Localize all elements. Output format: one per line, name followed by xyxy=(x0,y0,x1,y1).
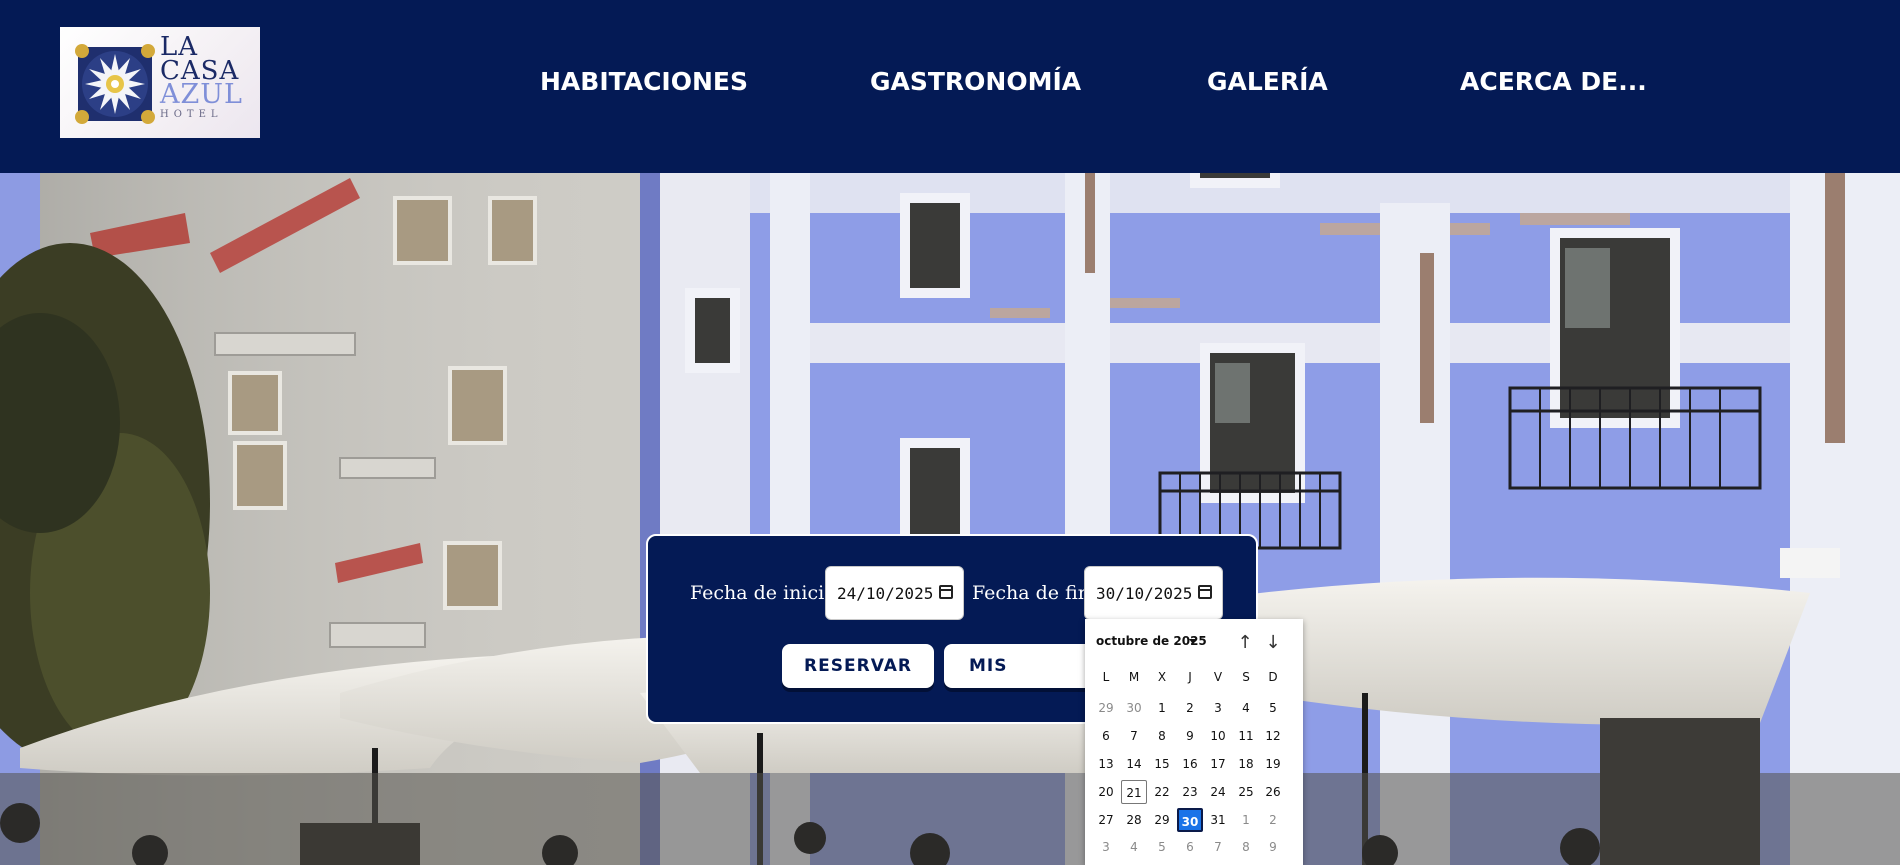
end-date-label: Fecha de fin: xyxy=(972,582,1097,604)
weekday-header: X xyxy=(1157,670,1167,684)
calendar-day-outside-month[interactable]: 2 xyxy=(1260,808,1286,832)
nav-link-galeria[interactable]: GALERÍA xyxy=(1207,67,1328,96)
calendar-day[interactable]: 26 xyxy=(1260,780,1286,804)
calendar-day[interactable]: 8 xyxy=(1149,724,1175,748)
calendar-day-outside-month[interactable]: 7 xyxy=(1205,835,1231,859)
logo-line-azul: AZUL xyxy=(160,79,243,110)
calendar-day[interactable]: 21 xyxy=(1121,780,1147,804)
logo-wordmark: LA CASA AZUL HOTEL xyxy=(160,34,258,120)
calendar-day[interactable]: 23 xyxy=(1177,780,1203,804)
calendar-day[interactable]: 12 xyxy=(1260,724,1286,748)
calendar-icon[interactable] xyxy=(1198,585,1212,599)
calendar-day[interactable]: 28 xyxy=(1121,808,1147,832)
weekday-header: J xyxy=(1188,670,1192,684)
calendar-day[interactable]: 19 xyxy=(1260,752,1286,776)
calendar-day[interactable]: 24 xyxy=(1205,780,1231,804)
calendar-day-outside-month[interactable]: 29 xyxy=(1093,696,1119,720)
calendar-day[interactable]: 22 xyxy=(1149,780,1175,804)
nav-item-habitaciones[interactable]: HABITACIONES xyxy=(540,67,748,96)
calendar-day-outside-month[interactable]: 9 xyxy=(1260,835,1286,859)
calendar-day[interactable]: 6 xyxy=(1093,724,1119,748)
start-date-input[interactable]: 24/10/2025 xyxy=(825,566,964,620)
calendar-day[interactable]: 29 xyxy=(1149,808,1175,832)
calendar-day[interactable]: 10 xyxy=(1205,724,1231,748)
top-navigation-bar: LA CASA AZUL HOTEL HABITACIONES GASTRONO… xyxy=(0,0,1900,173)
calendar-day[interactable]: 5 xyxy=(1260,696,1286,720)
hero-image xyxy=(0,173,1900,865)
weekday-header: D xyxy=(1268,670,1278,684)
calendar-day[interactable]: 31 xyxy=(1205,808,1231,832)
hotel-facade-illustration xyxy=(0,173,1900,865)
calendar-day[interactable]: 11 xyxy=(1233,724,1259,748)
calendar-day[interactable]: 14 xyxy=(1121,752,1147,776)
start-date-value: 24/10/2025 xyxy=(837,584,934,603)
calendar-day[interactable]: 30 xyxy=(1177,808,1203,832)
nav-link-habitaciones[interactable]: HABITACIONES xyxy=(540,67,748,96)
tile-emblem-icon xyxy=(75,44,155,124)
calendar-day-outside-month[interactable]: 8 xyxy=(1233,835,1259,859)
calendar-day[interactable]: 9 xyxy=(1177,724,1203,748)
calendar-day[interactable]: 20 xyxy=(1093,780,1119,804)
next-month-arrow-icon[interactable]: ↓ xyxy=(1263,632,1283,653)
nav-item-galeria[interactable]: GALERÍA xyxy=(1207,67,1328,96)
weekday-header: S xyxy=(1242,670,1250,684)
nav-item-acerca[interactable]: ACERCA DE... xyxy=(1460,67,1647,96)
calendar-day-outside-month[interactable]: 4 xyxy=(1121,835,1147,859)
logo-line-hotel: HOTEL xyxy=(160,109,223,120)
calendar-day[interactable]: 2 xyxy=(1177,696,1203,720)
date-picker-popup: octubre de 2025 ↑ ↓ L M X J V S D 29 30 1 2 3 4 5 6 7 8 9… xyxy=(1085,619,1303,865)
start-date-label: Fecha de inicio: xyxy=(690,582,843,604)
calendar-icon[interactable] xyxy=(939,585,953,599)
calendar-day[interactable]: 18 xyxy=(1233,752,1259,776)
hotel-logo[interactable]: LA CASA AZUL HOTEL xyxy=(60,27,260,138)
calendar-day[interactable]: 17 xyxy=(1205,752,1231,776)
weekday-header: L xyxy=(1102,670,1110,684)
calendar-day[interactable]: 3 xyxy=(1205,696,1231,720)
calendar-day[interactable]: 27 xyxy=(1093,808,1119,832)
calendar-day[interactable]: 1 xyxy=(1149,696,1175,720)
nav-link-acerca[interactable]: ACERCA DE... xyxy=(1460,67,1647,96)
calendar-day[interactable]: 16 xyxy=(1177,752,1203,776)
previous-month-arrow-icon[interactable]: ↑ xyxy=(1235,632,1255,653)
calendar-day[interactable]: 7 xyxy=(1121,724,1147,748)
calendar-day[interactable]: 13 xyxy=(1093,752,1119,776)
calendar-day-outside-month[interactable]: 1 xyxy=(1233,808,1259,832)
calendar-day[interactable]: 25 xyxy=(1233,780,1259,804)
end-date-input[interactable]: 30/10/2025 xyxy=(1084,566,1223,620)
nav-link-gastronomia[interactable]: GASTRONOMÍA xyxy=(870,67,1081,96)
nav-item-gastronomia[interactable]: GASTRONOMÍA xyxy=(870,67,1081,96)
dropdown-caret-icon[interactable] xyxy=(1189,639,1197,644)
end-date-value: 30/10/2025 xyxy=(1096,584,1193,603)
calendar-day-outside-month[interactable]: 30 xyxy=(1121,696,1147,720)
calendar-day-outside-month[interactable]: 5 xyxy=(1149,835,1175,859)
reserve-button[interactable]: RESERVAR xyxy=(782,644,934,688)
weekday-header: M xyxy=(1128,670,1140,684)
calendar-day[interactable]: 4 xyxy=(1233,696,1259,720)
calendar-day-outside-month[interactable]: 6 xyxy=(1177,835,1203,859)
calendar-day-outside-month[interactable]: 3 xyxy=(1093,835,1119,859)
calendar-day[interactable]: 15 xyxy=(1149,752,1175,776)
weekday-header: V xyxy=(1213,670,1223,684)
